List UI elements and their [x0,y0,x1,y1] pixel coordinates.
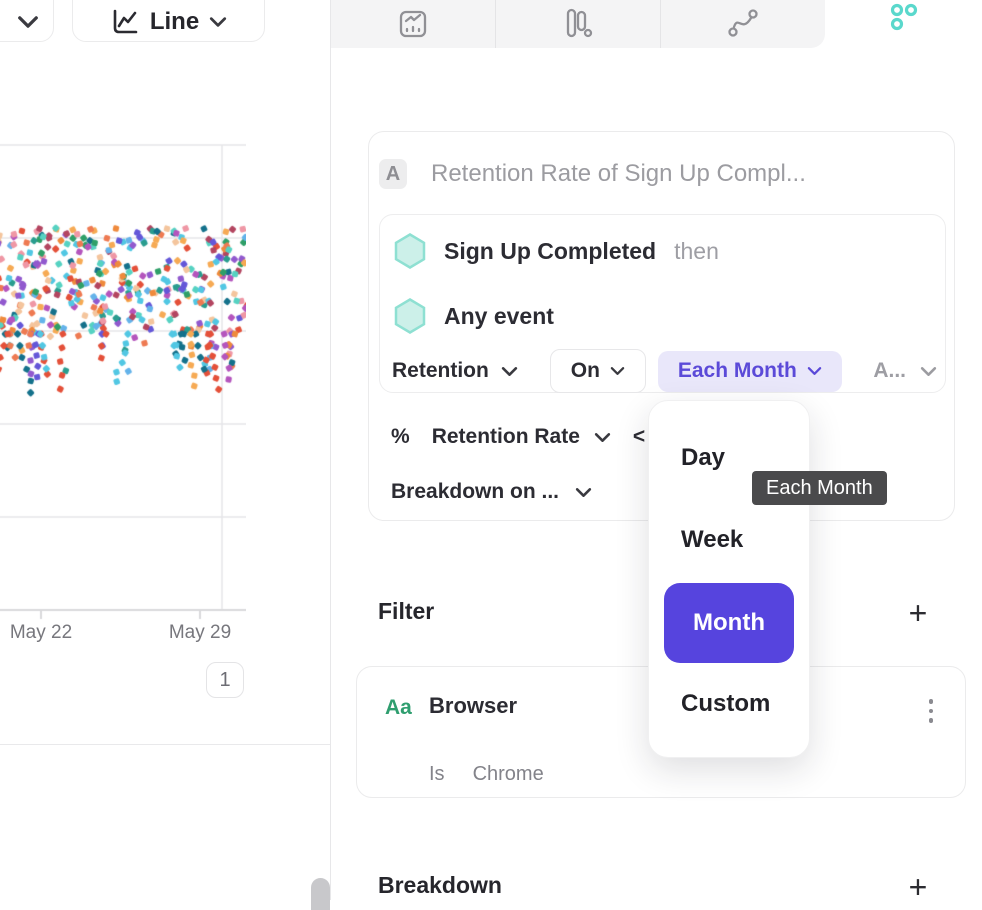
breakdown-on-row: Breakdown on ... [391,476,592,508]
measure-dropdown[interactable]: Retention Rate [432,425,580,449]
event-row-return[interactable]: Any event [394,298,554,334]
chevron-down-icon [610,366,625,376]
pagination-page-button[interactable]: 1 [206,662,244,698]
tab-chart-overview[interactable] [331,0,495,48]
tab-bar-chart[interactable] [495,0,660,48]
each-month-tooltip: Each Month [752,471,887,505]
filter-value: Chrome [473,763,544,786]
chevron-down-icon [501,366,518,377]
left-panel-divider [0,744,330,745]
query-title[interactable]: Retention Rate of Sign Up Compl... [431,159,806,189]
view-tabs [331,0,825,48]
add-breakdown-button[interactable]: + [902,871,934,903]
chevron-down-icon [209,16,227,28]
metric-dropdown[interactable]: Retention [392,359,489,383]
menu-item-custom[interactable]: Custom [681,690,770,718]
event-name: Any event [444,303,554,330]
chart-type-label: Line [150,8,199,36]
chevron-down-icon [920,366,937,377]
flow-chart-icon [726,7,760,41]
event-suffix: then [674,238,719,265]
operator-label[interactable]: < [633,425,645,449]
retention-controls-row: Retention On Each Month A... [392,349,937,393]
chart-type-button[interactable]: Line [72,0,265,42]
x-tick-label: May 22 [0,622,86,644]
percent-prefix: % [391,425,410,449]
interval-dropdown-button[interactable]: Each Month [658,351,842,392]
add-filter-button[interactable]: + [902,597,934,629]
menu-item-week[interactable]: Week [681,526,743,554]
chevron-down-icon [575,487,592,498]
overflow-dropdown[interactable]: A... [873,359,906,383]
kebab-menu-icon[interactable] [929,699,934,723]
x-tick-label: May 29 [155,622,245,644]
collapsed-dropdown-button[interactable] [0,0,54,42]
combo-chart-icon [396,7,430,41]
hexagon-event-icon [394,233,426,269]
bar-chart-icon [561,7,595,41]
hexagon-event-icon [394,298,426,334]
tab-flow-chart[interactable] [660,0,825,48]
on-dropdown-button[interactable]: On [550,349,646,393]
series-badge: A [379,159,407,189]
filter-condition: Is Chrome [429,763,544,786]
string-property-icon: Aa [385,696,412,720]
interval-label: Each Month [678,359,797,383]
chevron-down-icon [807,366,822,376]
tab-retention-active[interactable] [825,0,982,48]
filter-operator: Is [429,763,445,786]
on-label: On [571,359,600,383]
panel-separator [330,0,331,900]
interval-menu: Day Week Month Custom [648,400,810,758]
event-row-first[interactable]: Sign Up Completed then [394,233,719,269]
event-name: Sign Up Completed [444,238,656,265]
breakdown-heading: Breakdown [378,872,502,899]
measure-row: % Retention Rate < [391,421,645,453]
menu-item-month-selected[interactable]: Month [664,583,794,663]
chevron-down-icon [17,15,39,29]
retention-scatter-canvas [0,80,246,640]
filter-property-name: Browser [429,693,517,719]
menu-item-day[interactable]: Day [681,444,725,472]
breakdown-on-dropdown[interactable]: Breakdown on ... [391,480,559,504]
retention-report-page: { "toolbar": { "chart_type_label": "Line… [0,0,982,900]
events-card: Sign Up Completed then Any event Retenti… [379,214,946,393]
line-chart-icon [110,7,140,37]
filter-heading: Filter [378,598,434,625]
chevron-down-icon [594,432,611,443]
scrollbar-thumb[interactable] [311,878,330,910]
cohort-dots-icon [887,2,921,34]
